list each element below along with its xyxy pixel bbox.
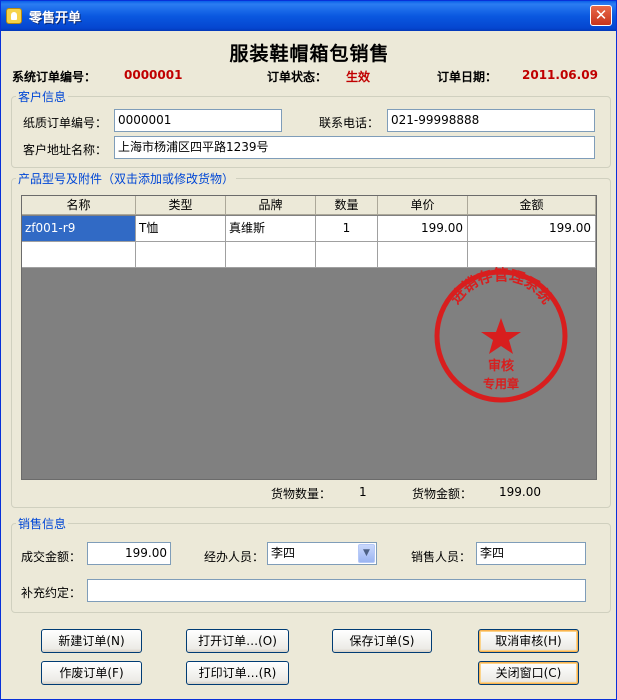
- seal-text-bottom: 专用章: [483, 376, 519, 391]
- cell-brand[interactable]: 真维斯: [226, 216, 316, 242]
- col-header-price[interactable]: 单价: [378, 196, 468, 215]
- print-order-button[interactable]: 打印订单…(R): [186, 661, 289, 685]
- table-row-empty[interactable]: [22, 242, 596, 268]
- handler-label: 经办人员：: [204, 550, 265, 564]
- window-title: 零售开单: [29, 11, 82, 26]
- cell-empty[interactable]: [136, 242, 226, 268]
- seal-text-mid: 审核: [488, 358, 514, 374]
- customer-info-legend: 客户信息: [18, 90, 67, 104]
- retail-order-window: 零售开单 ✕ 服装鞋帽箱包销售 系统订单编号： 0000001 订单状态： 生效…: [0, 0, 617, 700]
- cell-price[interactable]: 199.00: [378, 216, 468, 242]
- address-input[interactable]: 上海市杨浦区四平路1239号: [114, 136, 595, 159]
- deal-amount-label: 成交金额：: [21, 550, 82, 564]
- app-icon: [6, 8, 22, 24]
- paper-order-no-label: 纸质订单编号：: [23, 116, 108, 130]
- col-header-amount[interactable]: 金额: [468, 196, 596, 215]
- cell-name[interactable]: zf001-r9: [22, 216, 136, 242]
- goods-qty-label: 货物数量：: [271, 487, 332, 501]
- seller-input[interactable]: 李四: [476, 542, 586, 565]
- notes-label: 补充约定：: [21, 586, 82, 600]
- order-no-value: 0000001: [124, 68, 183, 82]
- cancel-review-button[interactable]: 取消审核(H): [478, 629, 579, 653]
- open-order-button[interactable]: 打开订单…(O): [186, 629, 289, 653]
- address-label: 客户地址名称：: [23, 143, 108, 157]
- col-header-name[interactable]: 名称: [22, 196, 136, 215]
- cell-empty[interactable]: [226, 242, 316, 268]
- close-window-action-button[interactable]: 关闭窗口(C): [478, 661, 579, 685]
- paper-order-no-input[interactable]: 0000001: [114, 109, 282, 132]
- products-legend: 产品型号及附件（双击添加或修改货物）: [18, 172, 235, 186]
- cell-type[interactable]: T恤: [136, 216, 226, 242]
- chevron-down-icon[interactable]: ▼: [358, 544, 375, 563]
- cell-amount[interactable]: 199.00: [468, 216, 596, 242]
- cell-empty[interactable]: [378, 242, 468, 268]
- seal-star-icon: [481, 318, 521, 354]
- col-header-qty[interactable]: 数量: [316, 196, 378, 215]
- col-header-brand[interactable]: 品牌: [226, 196, 316, 215]
- void-order-button[interactable]: 作废订单(F): [41, 661, 142, 685]
- title-bar[interactable]: 零售开单 ✕: [1, 1, 616, 31]
- phone-label: 联系电话：: [319, 116, 380, 130]
- notes-input[interactable]: [87, 579, 586, 602]
- cell-empty[interactable]: [316, 242, 378, 268]
- new-order-button[interactable]: 新建订单(N): [41, 629, 142, 653]
- seller-label: 销售人员：: [411, 550, 472, 564]
- order-date-label: 订单日期：: [437, 70, 498, 84]
- save-order-button[interactable]: 保存订单(S): [332, 629, 432, 653]
- review-seal-stamp: 进销存管理系统 审核 专用章: [434, 266, 568, 403]
- goods-amount-value: 199.00: [499, 485, 541, 499]
- page-title: 服装鞋帽箱包销售: [229, 43, 390, 65]
- product-grid-header: 名称 类型 品牌 数量 单价 金额: [22, 196, 596, 215]
- close-window-button[interactable]: ✕: [590, 5, 612, 26]
- col-header-type[interactable]: 类型: [136, 196, 226, 215]
- order-status-value: 生效: [346, 70, 371, 84]
- cell-empty[interactable]: [468, 242, 596, 268]
- order-status-label: 订单状态：: [267, 70, 328, 84]
- sale-info-legend: 销售信息: [18, 517, 67, 531]
- goods-qty-value: 1: [359, 485, 367, 499]
- handler-select-value: 李四: [271, 546, 296, 560]
- phone-input[interactable]: 021-99998888: [387, 109, 595, 132]
- deal-amount-input[interactable]: 199.00: [87, 542, 171, 565]
- cell-qty[interactable]: 1: [316, 216, 378, 242]
- cell-empty[interactable]: [22, 242, 136, 268]
- goods-amount-label: 货物金额：: [412, 487, 473, 501]
- order-date-value: 2011.06.09: [522, 68, 598, 82]
- table-row[interactable]: zf001-r9 T恤 真维斯 1 199.00 199.00: [22, 216, 596, 242]
- seal-text-top: 进销存管理系统: [446, 266, 556, 307]
- handler-select[interactable]: 李四 ▼: [267, 542, 377, 565]
- order-no-label: 系统订单编号：: [12, 70, 97, 84]
